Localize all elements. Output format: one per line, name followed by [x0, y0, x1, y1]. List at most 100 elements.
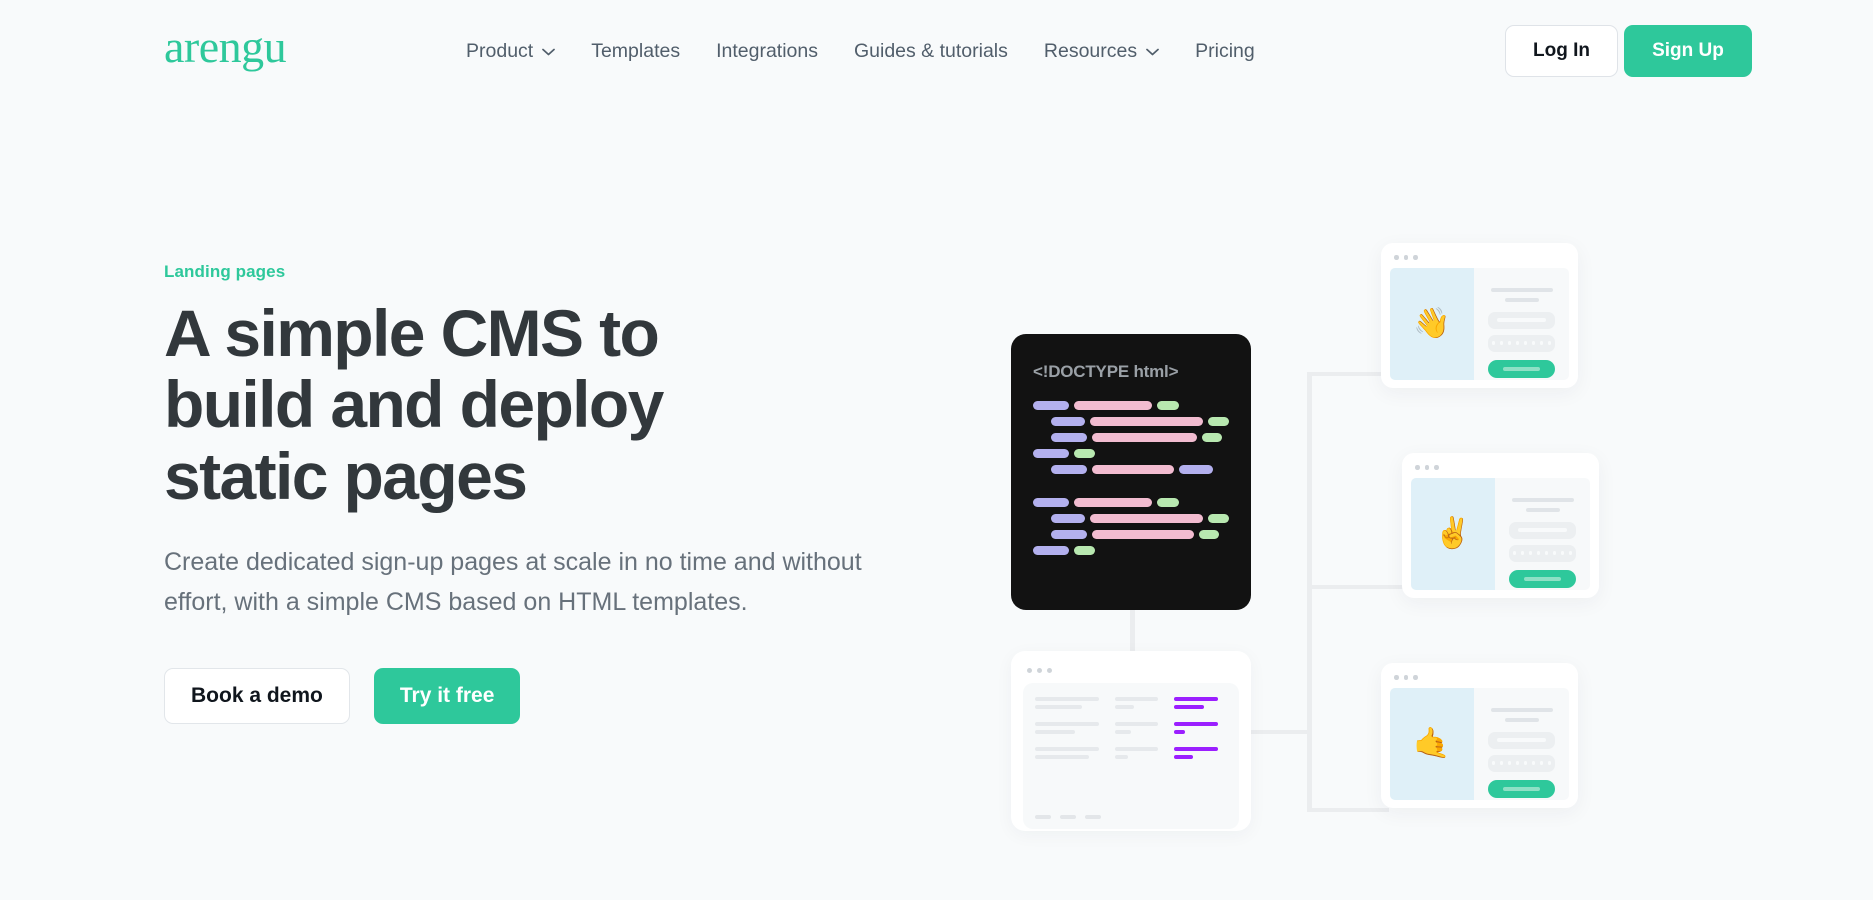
code-line — [1033, 514, 1230, 523]
code-token-value — [1157, 401, 1179, 410]
signup-form-skeleton — [1495, 477, 1590, 590]
nav-item-label: Templates — [591, 39, 681, 62]
page-title: A simple CMS to build and deploy static … — [164, 296, 664, 513]
window-dots — [1023, 664, 1239, 673]
connector-branch-card3 — [1307, 808, 1389, 812]
email-field-placeholder[interactable] — [1488, 311, 1555, 329]
password-field-placeholder[interactable] — [1488, 754, 1555, 772]
window-dot-icon — [1413, 255, 1418, 260]
code-token-keyword — [1051, 417, 1085, 426]
form-subtitle-placeholder — [1504, 717, 1539, 722]
password-field-placeholder[interactable] — [1488, 334, 1555, 352]
code-token-keyword — [1051, 433, 1087, 442]
table-row — [1174, 722, 1218, 734]
table-row — [1174, 747, 1218, 759]
code-token-value — [1157, 498, 1179, 507]
code-editor-card: <!DOCTYPE html> — [1011, 334, 1251, 610]
window-dot-icon — [1037, 668, 1042, 673]
nav-item-integrations[interactable]: Integrations — [716, 40, 818, 63]
nav-item-product[interactable]: Product — [466, 40, 556, 63]
code-token-string — [1089, 514, 1204, 523]
table-row — [1115, 747, 1158, 759]
code-token-value — [1074, 546, 1095, 555]
form-title-placeholder — [1490, 287, 1553, 292]
submit-button-placeholder[interactable] — [1488, 779, 1555, 798]
landing-page-preview-card: 👋 — [1381, 243, 1578, 388]
waving-hand-emoji: 👋 — [1390, 267, 1475, 380]
password-field-placeholder[interactable] — [1509, 544, 1576, 562]
window-dot-icon — [1424, 465, 1429, 470]
nav-action-buttons: Log In Sign Up — [1505, 0, 1752, 102]
email-field-placeholder[interactable] — [1509, 521, 1576, 539]
signup-form-skeleton — [1474, 687, 1569, 800]
connector-code-to-dashboard — [1130, 610, 1135, 651]
pagination-item[interactable] — [1035, 815, 1051, 819]
code-token-keyword — [1033, 498, 1069, 507]
table-row — [1035, 722, 1099, 734]
top-navigation-bar: arengu Product Templates Integrations Gu… — [0, 0, 1873, 102]
landing-page-preview-card: 🤙 — [1381, 663, 1578, 808]
dashboard-pagination[interactable] — [1035, 815, 1101, 819]
table-row — [1115, 722, 1158, 734]
log-in-button[interactable]: Log In — [1505, 25, 1618, 77]
table-row — [1035, 747, 1099, 759]
window-dot-icon — [1394, 675, 1399, 680]
hero-content: Landing pages A simple CMS to build and … — [164, 262, 944, 724]
code-token-keyword — [1033, 401, 1069, 410]
code-line — [1033, 498, 1229, 507]
window-dot-icon — [1027, 668, 1032, 673]
form-subtitle-placeholder — [1525, 507, 1560, 512]
pagination-item[interactable] — [1085, 815, 1101, 819]
sign-up-button[interactable]: Sign Up — [1624, 25, 1752, 77]
nav-item-label: Integrations — [716, 39, 818, 62]
form-subtitle-placeholder — [1504, 297, 1539, 302]
dashboard-column — [1115, 697, 1158, 759]
dashboard-preview-card — [1011, 651, 1251, 831]
code-line — [1033, 449, 1229, 458]
nav-item-label: Pricing — [1195, 39, 1255, 62]
connector-dashboard-to-trunk — [1251, 730, 1311, 734]
connector-branch-card1 — [1307, 372, 1389, 376]
code-token-string — [1074, 498, 1152, 507]
email-field-placeholder[interactable] — [1488, 731, 1555, 749]
window-dot-icon — [1403, 675, 1408, 680]
table-row — [1035, 697, 1099, 709]
arengu-logo[interactable]: arengu — [164, 24, 287, 70]
nav-item-label: Guides & tutorials — [853, 39, 1008, 62]
table-row — [1174, 697, 1218, 709]
code-token-value — [1208, 417, 1230, 426]
code-line — [1033, 465, 1229, 474]
pagination-item[interactable] — [1060, 815, 1076, 819]
chevron-down-icon — [1146, 48, 1159, 56]
preview-body: 👋 — [1390, 267, 1569, 380]
nav-item-resources[interactable]: Resources — [1044, 40, 1159, 63]
nav-item-pricing[interactable]: Pricing — [1195, 40, 1255, 63]
code-token-keyword — [1179, 465, 1213, 474]
window-dot-icon — [1047, 668, 1052, 673]
call-me-hand-emoji: 🤙 — [1390, 687, 1475, 800]
hero-subtitle: Create dedicated sign-up pages at scale … — [164, 547, 862, 617]
window-dots — [1411, 463, 1590, 470]
nav-item-templates[interactable]: Templates — [591, 40, 680, 63]
connector-branch-card2 — [1307, 585, 1410, 589]
nav-item-guides-tutorials[interactable]: Guides & tutorials — [854, 40, 1008, 63]
landing-page-preview-card: ✌️ — [1402, 453, 1599, 598]
code-token-keyword — [1051, 465, 1087, 474]
code-token-value — [1202, 433, 1222, 442]
hero-eyebrow: Landing pages — [164, 262, 286, 281]
chevron-down-icon — [542, 48, 556, 56]
submit-button-placeholder[interactable] — [1509, 569, 1576, 588]
dashboard-table — [1035, 697, 1227, 759]
preview-body: ✌️ — [1411, 477, 1590, 590]
signup-form-skeleton — [1474, 267, 1569, 380]
book-a-demo-button[interactable]: Book a demo — [164, 667, 350, 724]
code-token-string — [1092, 530, 1194, 539]
code-line — [1033, 546, 1229, 555]
code-token-keyword — [1051, 514, 1085, 523]
submit-button-placeholder[interactable] — [1488, 359, 1555, 378]
code-token-value — [1074, 449, 1095, 458]
code-token-string — [1089, 417, 1204, 426]
try-it-free-button[interactable]: Try it free — [373, 667, 521, 724]
window-dots — [1390, 673, 1569, 680]
